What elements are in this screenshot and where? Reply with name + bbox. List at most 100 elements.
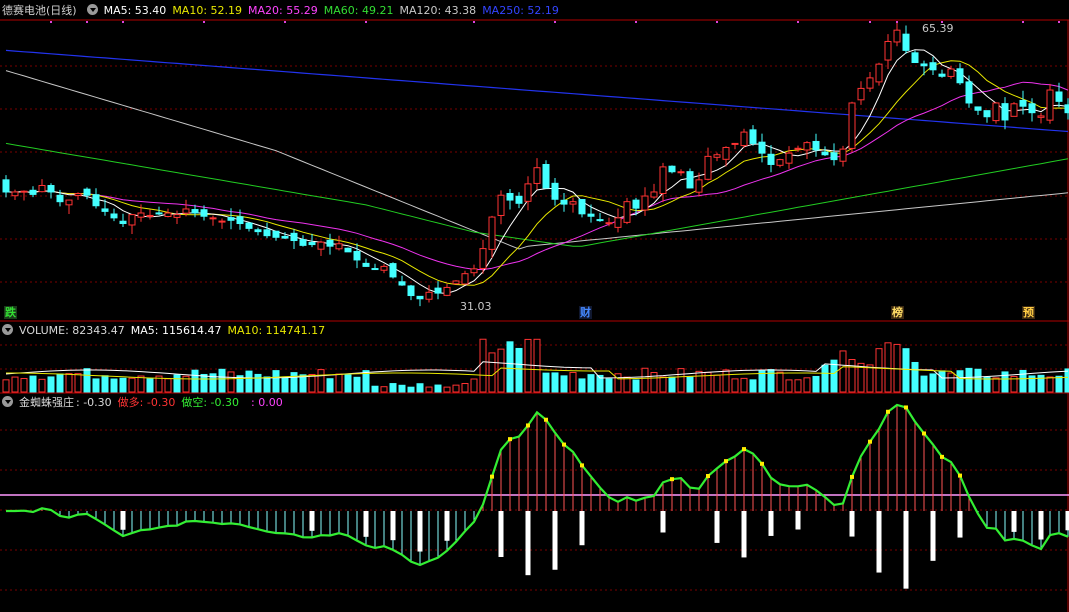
indicator-dot (580, 463, 584, 468)
volume-bar (218, 368, 226, 393)
volume-bar (416, 383, 424, 393)
volume-bar (146, 378, 154, 393)
signal-dot (86, 21, 88, 23)
volume-bar (848, 359, 856, 393)
candle-body (272, 230, 280, 238)
volume-bar (56, 373, 64, 393)
candle-body (515, 195, 523, 204)
volume-bar (506, 341, 514, 393)
candle-body (695, 179, 703, 193)
volume-bar (911, 361, 919, 393)
volume-bar (497, 348, 505, 393)
volume-bar (92, 378, 100, 393)
candle-body (254, 229, 262, 233)
volume-bar (461, 383, 469, 393)
volume-bar (335, 373, 343, 393)
candle-body (596, 219, 604, 222)
signal-bar (309, 511, 315, 531)
volume-bar (713, 374, 721, 393)
kline-chart[interactable] (0, 0, 1069, 612)
indicator-dot (850, 474, 854, 479)
candle-body (425, 291, 433, 300)
candle-body (371, 268, 379, 271)
volume-bar (605, 378, 613, 393)
candle-body (848, 102, 856, 149)
candle-body (1046, 89, 1054, 121)
candle-body (200, 209, 208, 217)
candle-body (2, 179, 10, 193)
event-marker-forecast[interactable]: 预 (1022, 306, 1035, 319)
signal-bar (498, 511, 504, 557)
volume-bar (119, 377, 127, 393)
candle-body (902, 33, 910, 51)
volume-bar (65, 373, 73, 393)
volume-bar (2, 379, 10, 393)
event-marker-drop[interactable]: 跌 (4, 306, 17, 319)
volume-bar (479, 338, 487, 393)
volume-bar (668, 376, 676, 393)
volume-bar (353, 376, 361, 393)
candle-body (587, 213, 595, 217)
candle-body (398, 281, 406, 286)
signal-dot (1058, 21, 1060, 23)
event-marker-ranking[interactable]: 榜 (891, 306, 904, 319)
event-marker-earnings[interactable]: 财 (579, 306, 592, 319)
signal-bar (525, 511, 531, 576)
volume-bar (47, 376, 55, 393)
candle-body (344, 247, 352, 253)
candle-body (650, 191, 658, 198)
candle-body (992, 102, 1000, 122)
candle-body (110, 213, 118, 219)
signal-bar (849, 511, 855, 537)
candle-body (677, 171, 685, 174)
candle-body (1064, 104, 1069, 114)
candle-body (326, 239, 334, 247)
volume-bar (326, 378, 334, 393)
candle-body (785, 152, 793, 164)
candle-body (92, 194, 100, 207)
volume-bar (974, 368, 982, 393)
volume-bar (731, 378, 739, 393)
candle-body (740, 131, 748, 147)
indicator-dot (526, 423, 530, 428)
candle-body (983, 110, 991, 118)
volume-bar (551, 372, 559, 393)
volume-bar (200, 373, 208, 393)
volume-bar (650, 372, 658, 393)
candle-body (578, 199, 586, 215)
candle-body (731, 142, 739, 145)
candle-body (776, 159, 784, 166)
indicator-dot (940, 454, 944, 459)
volume-bar (434, 384, 442, 393)
candle-body (965, 81, 973, 104)
volume-bar (425, 386, 433, 393)
volume-bar (344, 374, 352, 393)
indicator-dot (706, 474, 710, 479)
volume-bar (992, 377, 1000, 393)
candle-body (794, 147, 802, 150)
volume-bar (317, 369, 325, 393)
volume-bar (938, 370, 946, 393)
volume-bar (902, 348, 910, 393)
candle-body (443, 286, 451, 296)
candle-body (875, 63, 883, 83)
indicator-dot (760, 461, 764, 466)
candle-body (281, 235, 289, 239)
signal-dot (554, 21, 556, 23)
signal-bar (660, 511, 666, 533)
candle-body (164, 212, 172, 217)
signal-dot (473, 21, 475, 23)
candle-body (362, 262, 370, 267)
candle-body (722, 146, 730, 160)
volume-bar (803, 377, 811, 393)
volume-bar (623, 376, 631, 393)
volume-bar (965, 367, 973, 393)
signal-dot (869, 21, 871, 23)
candle-body (146, 214, 154, 217)
candle-body (155, 212, 163, 215)
candle-body (488, 216, 496, 250)
candle-body (227, 217, 235, 221)
signal-bar (417, 511, 423, 552)
indicator-dot (508, 437, 512, 442)
volume-bar (29, 375, 37, 393)
